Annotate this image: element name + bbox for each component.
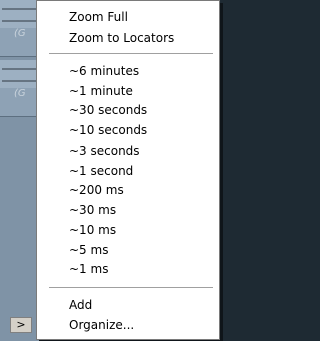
audio-clip[interactable]: (G bbox=[0, 28, 40, 57]
menu-item-zoom-full[interactable]: Zoom Full bbox=[37, 7, 219, 27]
track-strip: (G (G > bbox=[0, 0, 40, 341]
clip-label: (G bbox=[14, 88, 26, 99]
audio-clip[interactable] bbox=[0, 0, 40, 29]
audio-clip[interactable]: (G bbox=[0, 88, 40, 117]
menu-item-add[interactable]: Add bbox=[37, 295, 219, 315]
menu-item-zoom-30-ms[interactable]: ~30 ms bbox=[37, 200, 219, 220]
waveform-icon bbox=[2, 68, 38, 82]
zoom-context-menu: Zoom Full Zoom to Locators ~6 minutes ~1… bbox=[36, 0, 220, 340]
menu-separator bbox=[49, 287, 213, 288]
menu-item-zoom-1-second[interactable]: ~1 second bbox=[37, 161, 219, 181]
audio-clip[interactable] bbox=[0, 60, 40, 89]
clip-label: (G bbox=[14, 28, 26, 39]
menu-item-zoom-to-locators[interactable]: Zoom to Locators bbox=[37, 28, 219, 48]
menu-item-zoom-1-minute[interactable]: ~1 minute bbox=[37, 81, 219, 101]
menu-item-zoom-30-seconds[interactable]: ~30 seconds bbox=[37, 100, 219, 120]
menu-item-organize[interactable]: Organize... bbox=[37, 315, 219, 335]
menu-separator bbox=[49, 53, 213, 54]
scroll-right-button[interactable]: > bbox=[10, 317, 32, 333]
menu-item-zoom-5-ms[interactable]: ~5 ms bbox=[37, 240, 219, 260]
menu-item-zoom-6-minutes[interactable]: ~6 minutes bbox=[37, 61, 219, 81]
menu-item-zoom-3-seconds[interactable]: ~3 seconds bbox=[37, 141, 219, 161]
menu-item-zoom-200-ms[interactable]: ~200 ms bbox=[37, 180, 219, 200]
menu-item-zoom-1-ms[interactable]: ~1 ms bbox=[37, 259, 219, 279]
menu-item-zoom-10-seconds[interactable]: ~10 seconds bbox=[37, 120, 219, 140]
waveform-icon bbox=[2, 8, 38, 22]
menu-item-zoom-10-ms[interactable]: ~10 ms bbox=[37, 220, 219, 240]
